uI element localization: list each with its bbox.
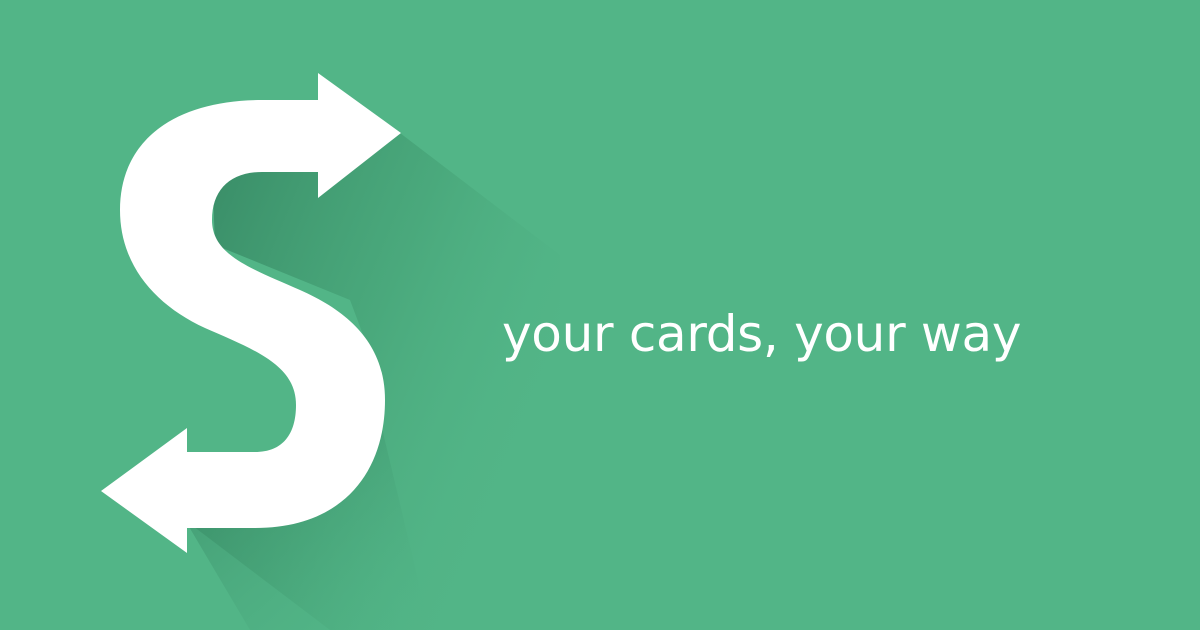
tagline: your cards, your way [502,305,1022,363]
banner: your cards, your way [0,0,1200,630]
